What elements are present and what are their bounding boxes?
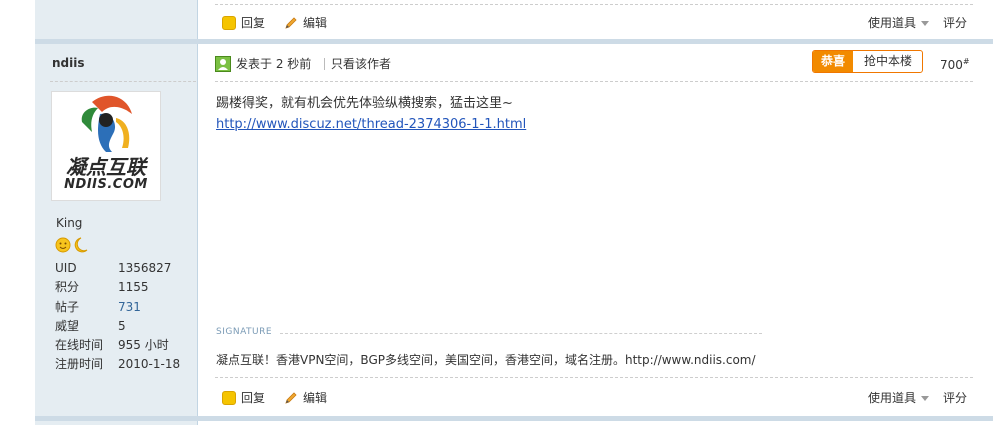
moon-icon bbox=[74, 237, 88, 253]
username[interactable]: ndiis bbox=[52, 56, 85, 70]
stat-register-date: 注册时间 2010-1-18 bbox=[55, 357, 181, 372]
edit-button[interactable]: 编辑 bbox=[284, 15, 334, 31]
rate-button[interactable]: 评分 bbox=[943, 390, 967, 406]
post-link[interactable]: http://www.discuz.net/thread-2374306-1-1… bbox=[216, 117, 526, 132]
user-stats: UID 1356827 积分 1155 帖子 731 威望 5 在线时间 955 小时 注… bbox=[55, 259, 180, 375]
edit-button[interactable]: 编辑 bbox=[284, 390, 334, 406]
floor-grab-text: 抢中本楼 bbox=[863, 54, 912, 68]
online-status-icon bbox=[215, 56, 231, 72]
left-margin bbox=[0, 0, 35, 425]
sun-icon bbox=[55, 237, 71, 253]
use-tools-label: 使用道具 bbox=[867, 391, 916, 405]
congrats-badge: 恭喜 抢中本楼 bbox=[812, 50, 923, 73]
avatar[interactable]: 凝点互联 NDIIS.COM bbox=[51, 91, 161, 201]
floor-number[interactable]: 700# bbox=[940, 57, 970, 72]
pencil-icon bbox=[285, 392, 297, 404]
divider bbox=[215, 81, 973, 82]
divider bbox=[215, 377, 973, 378]
sidebar-border bbox=[197, 0, 198, 425]
use-tools-button[interactable]: 使用道具 bbox=[868, 390, 929, 406]
post-time: 发表于 2 秒前 bbox=[236, 57, 312, 71]
divider bbox=[50, 81, 196, 82]
reply-button[interactable]: 回复 bbox=[222, 15, 272, 31]
level-icons bbox=[55, 237, 88, 253]
divider bbox=[324, 58, 325, 70]
signature-divider bbox=[280, 333, 762, 334]
post-separator bbox=[35, 39, 993, 44]
avatar-text-sub: NDIIS.COM bbox=[64, 177, 148, 192]
reply-icon bbox=[222, 16, 236, 30]
reply-button[interactable]: 回复 bbox=[222, 390, 272, 406]
user-rank: King bbox=[56, 216, 83, 230]
avatar-text-main: 凝点互联 bbox=[66, 155, 146, 179]
only-author-link[interactable]: 只看该作者 bbox=[331, 55, 391, 73]
stat-prestige: 威望 5 bbox=[55, 318, 126, 333]
chevron-down-icon bbox=[921, 396, 929, 401]
post-message: 踢楼得奖，就有机会优先体验纵横搜索，猛击这里~ bbox=[216, 96, 513, 111]
stat-online-time: 在线时间 955 小时 bbox=[55, 338, 169, 353]
avatar-logo bbox=[81, 95, 132, 152]
stat-credits: 积分 1155 bbox=[55, 280, 149, 295]
reply-icon bbox=[222, 391, 236, 405]
post-actions: 回复 编辑 使用道具 评分 bbox=[198, 380, 993, 416]
post-content: 踢楼得奖，就有机会优先体验纵横搜索，猛击这里~ http://www.discu… bbox=[216, 93, 526, 135]
signature-text: 凝点互联！香港VPN空间，BGP多线空间，美国空间，香港空间，域名注册。http… bbox=[216, 353, 756, 367]
post-separator bbox=[35, 416, 993, 421]
chevron-down-icon bbox=[921, 21, 929, 26]
floor-sup: # bbox=[962, 57, 970, 66]
floor-number-value: 700 bbox=[940, 58, 963, 72]
use-tools-label: 使用道具 bbox=[867, 16, 916, 30]
signature-label: SIGNATURE bbox=[216, 327, 273, 337]
stat-posts: 帖子 731 bbox=[55, 298, 180, 317]
use-tools-button[interactable]: 使用道具 bbox=[868, 15, 929, 31]
congrats-label: 恭喜 bbox=[813, 51, 853, 72]
stat-uid: UID 1356827 bbox=[55, 261, 172, 275]
pencil-icon bbox=[285, 17, 297, 29]
posts-count-link[interactable]: 731 bbox=[118, 298, 180, 317]
rate-button[interactable]: 评分 bbox=[943, 15, 967, 31]
post-actions-previous: 回复 编辑 使用道具 评分 bbox=[198, 5, 993, 41]
